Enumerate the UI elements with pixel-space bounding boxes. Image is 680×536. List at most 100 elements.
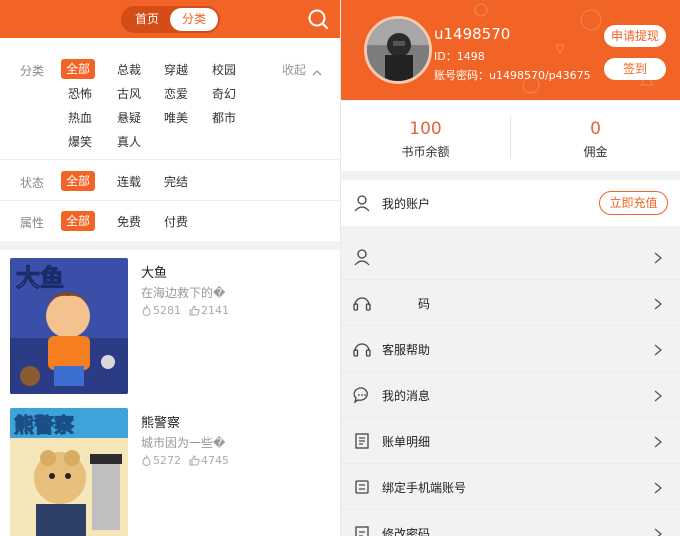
- category-tag[interactable]: 总裁: [117, 61, 141, 78]
- coins-value: 100: [409, 119, 442, 139]
- attribute-tag[interactable]: 付费: [164, 213, 188, 230]
- category-tag[interactable]: 热血: [68, 109, 92, 126]
- filter-label-category: 分类: [20, 64, 45, 78]
- chat-icon: [352, 385, 372, 405]
- menu-item-label: 码: [418, 297, 431, 311]
- headset-icon: [352, 339, 372, 359]
- withdraw-button[interactable]: 申请提现: [604, 25, 666, 47]
- search-icon[interactable]: [306, 7, 330, 31]
- cover-title-text: 熊警察: [14, 413, 75, 437]
- menu-item[interactable]: [341, 234, 680, 280]
- account-credentials: 账号密码：u1498570/p43675: [434, 69, 591, 82]
- menu-item-label: 我的消息: [382, 389, 431, 403]
- category-tag[interactable]: 爆笑: [68, 133, 92, 150]
- filter-label-status: 状态: [20, 176, 45, 190]
- flame-icon: [142, 454, 151, 466]
- flame-icon: [142, 304, 151, 316]
- thumbs-up-icon: [189, 305, 200, 316]
- coins-label: 书币余额: [401, 145, 450, 159]
- my-account-row[interactable]: 我的账户 立即充值: [341, 180, 680, 226]
- chevron-up-icon[interactable]: [312, 63, 322, 76]
- book-desc: 城市因为一些�: [141, 436, 226, 450]
- chevron-right-icon: [653, 250, 663, 264]
- category-pane: 首页 分类 分类 全部 总裁 穿越 校园 恐怖 古风 恋爱 奇幻 热血 悬疑 唯…: [0, 0, 340, 536]
- avatar[interactable]: [364, 16, 432, 84]
- menu-item-label: 客服帮助: [382, 343, 431, 357]
- category-tag[interactable]: 唯美: [164, 109, 188, 126]
- book-item[interactable]: 大鱼 大鱼 在海边救下的� 5281 2141: [0, 256, 340, 396]
- headset-icon: [352, 293, 372, 313]
- chevron-right-icon: [653, 526, 663, 536]
- top-nav-bar: 首页 分类: [0, 0, 340, 38]
- user-center-pane: u1498570 ID：1498 账号密码：u1498570/p43675 申请…: [341, 0, 680, 536]
- book-cover[interactable]: 熊警察: [10, 408, 128, 536]
- menu-item[interactable]: 账单明细: [341, 418, 680, 464]
- menu-item-label: 账单明细: [382, 435, 431, 449]
- status-tag-all[interactable]: 全部: [61, 171, 96, 191]
- chevron-right-icon: [653, 434, 663, 448]
- category-tag[interactable]: 奇幻: [212, 85, 236, 102]
- chevron-right-icon: [653, 342, 663, 356]
- book-views: 5272: [141, 454, 181, 467]
- views-count: 5281: [153, 304, 181, 317]
- book-title[interactable]: 大鱼: [141, 262, 167, 281]
- menu-item[interactable]: 我的消息: [341, 372, 680, 418]
- views-count: 5272: [153, 454, 181, 467]
- status-tag[interactable]: 连载: [117, 173, 141, 190]
- bill-icon: [352, 431, 372, 451]
- commission-balance[interactable]: 0 佣金: [511, 101, 680, 171]
- book-likes: 4745: [189, 454, 229, 467]
- commission-value: 0: [590, 119, 601, 139]
- section-gap: [0, 241, 340, 250]
- menu-item[interactable]: 修改密码: [341, 510, 680, 536]
- divider: [0, 200, 340, 201]
- checkin-button[interactable]: 签到: [604, 58, 666, 80]
- divider: [0, 159, 340, 160]
- category-tag[interactable]: 都市: [212, 109, 236, 126]
- attribute-tag[interactable]: 免费: [117, 213, 141, 230]
- phone-bind-icon: [352, 477, 372, 497]
- category-tag[interactable]: 古风: [117, 85, 141, 102]
- menu-item-label: 绑定手机端账号: [382, 481, 467, 495]
- balance-panel: 100 书币余额 0 佣金: [341, 101, 680, 171]
- menu-item[interactable]: 客服帮助: [341, 326, 680, 372]
- user-icon: [352, 193, 372, 213]
- book-views: 5281: [141, 304, 181, 317]
- recharge-button[interactable]: 立即充值: [599, 191, 668, 215]
- chevron-right-icon: [653, 480, 663, 494]
- book-desc: 在海边救下的�: [141, 286, 226, 300]
- chevron-right-icon: [653, 388, 663, 402]
- attribute-tag-all[interactable]: 全部: [61, 211, 96, 231]
- cover-title-text: 大鱼: [16, 264, 64, 292]
- commission-label: 佣金: [583, 145, 608, 159]
- category-tag[interactable]: 穿越: [164, 61, 188, 78]
- category-tag-all[interactable]: 全部: [61, 59, 96, 79]
- username: u1498570: [434, 25, 511, 43]
- tab-home[interactable]: 首页: [123, 8, 171, 31]
- book-item[interactable]: 熊警察 熊警察 城市因为一些� 5272 4745: [0, 406, 340, 536]
- thumbs-up-icon: [189, 455, 200, 466]
- menu-item[interactable]: 码: [341, 280, 680, 326]
- category-tag[interactable]: 恐怖: [68, 85, 92, 102]
- menu-item[interactable]: 绑定手机端账号: [341, 464, 680, 510]
- filter-label-attribute: 属性: [20, 216, 45, 230]
- category-tag[interactable]: 真人: [117, 133, 141, 150]
- book-likes: 2141: [189, 304, 229, 317]
- menu-item-label: 修改密码: [382, 527, 431, 536]
- book-cover[interactable]: 大鱼: [10, 258, 128, 394]
- category-tag[interactable]: 悬疑: [117, 109, 141, 126]
- coins-balance[interactable]: 100 书币余额: [341, 101, 510, 171]
- likes-count: 2141: [201, 304, 229, 317]
- my-account-label: 我的账户: [382, 197, 431, 211]
- status-tag[interactable]: 完结: [164, 173, 188, 190]
- category-tag[interactable]: 恋爱: [164, 85, 188, 102]
- lock-edit-icon: [352, 523, 372, 536]
- collapse-button[interactable]: 收起: [282, 61, 306, 78]
- likes-count: 4745: [201, 454, 229, 467]
- tab-category[interactable]: 分类: [170, 8, 218, 31]
- user-icon: [352, 247, 372, 267]
- category-tag[interactable]: 校园: [212, 61, 236, 78]
- nav-segmented-control: 首页 分类: [121, 6, 220, 33]
- book-title[interactable]: 熊警察: [141, 412, 180, 431]
- user-id: ID：1498: [434, 50, 485, 63]
